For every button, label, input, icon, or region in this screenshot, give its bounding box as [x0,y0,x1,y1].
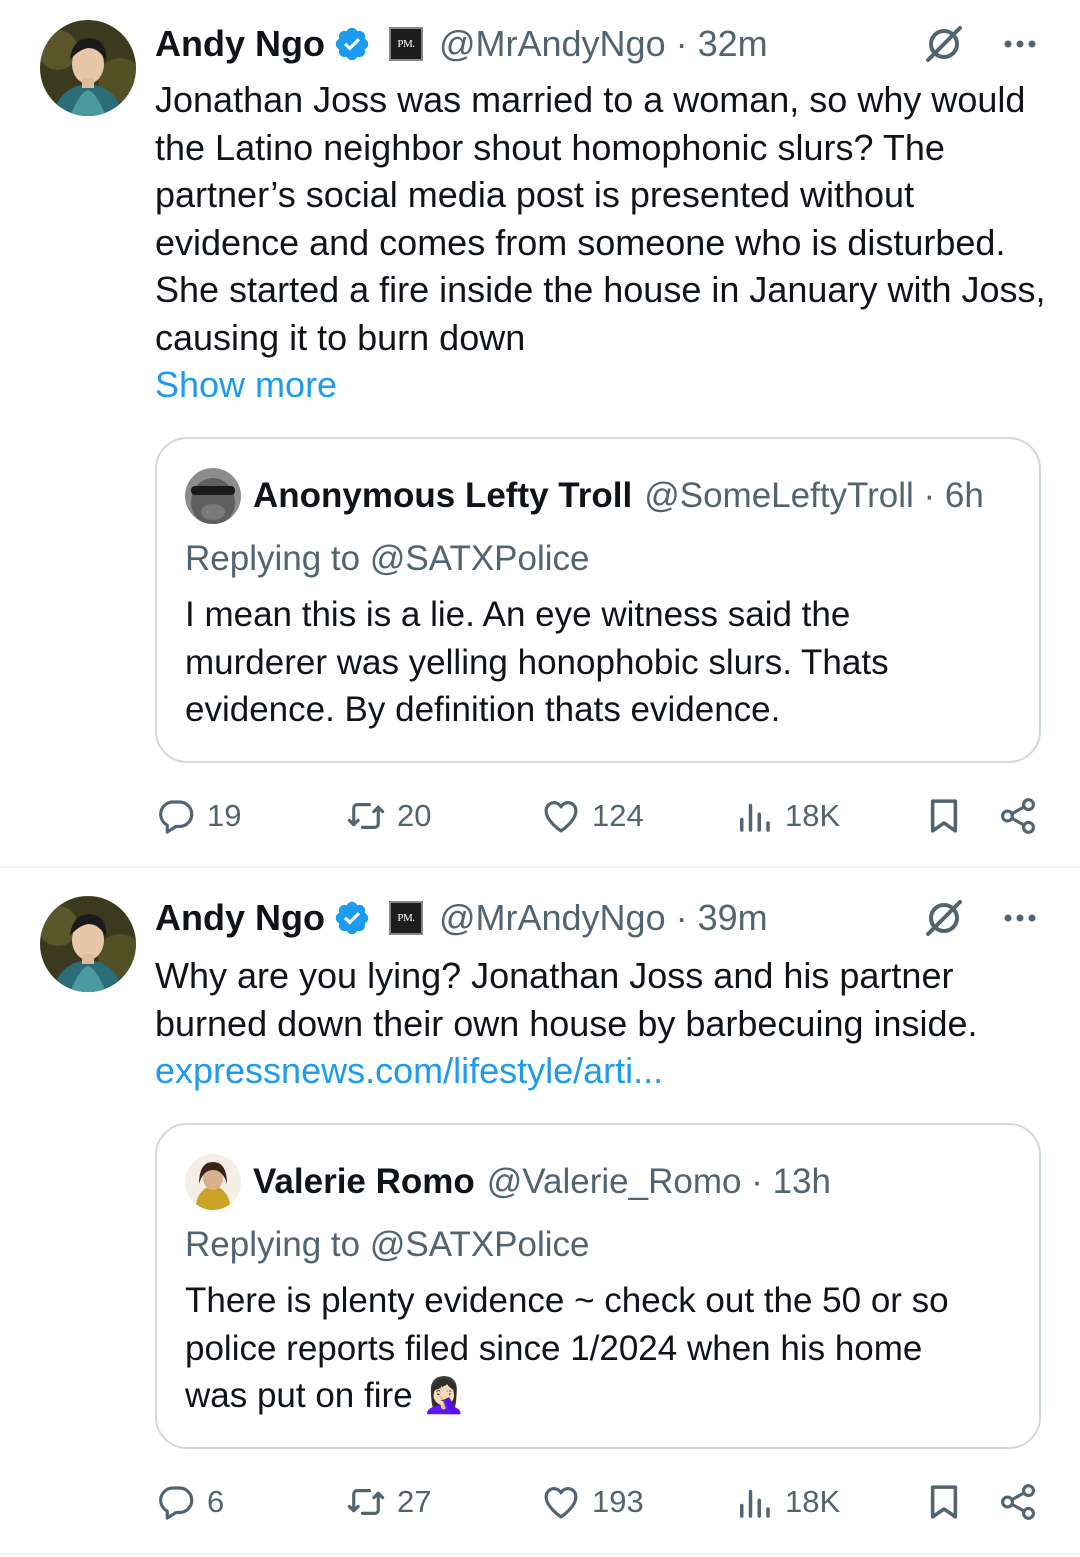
quoted-author-handle-time[interactable]: @Valerie_Romo · 13h [487,1162,831,1202]
tweet-header: Andy Ngo PM. @MrAndyNgo · 32m [155,18,768,70]
reply-icon [159,1486,194,1520]
avatar-illustration [40,896,136,992]
show-more-link[interactable]: Show more [155,361,1055,409]
tweet-action-bar: 19 20 124 18K [155,786,1045,846]
quoted-text-line: murderer was yelling honophobic slurs. T… [185,642,889,682]
views-count: 18K [785,798,841,833]
views-count: 18K [785,1484,841,1519]
tweet-text-line: the Latino neighbor shout homophonic slu… [155,126,945,168]
quoted-tweet-header: Anonymous Lefty Troll @SomeLeftyTroll · … [185,467,984,525]
tweet-top-actions [922,896,1040,940]
like-count: 124 [592,798,644,833]
tweet-top-actions [922,22,1040,66]
bookmark-icon [930,799,958,833]
author-handle-time[interactable]: @MrAndyNgo · 39m [439,897,768,939]
tweet[interactable]: Andy Ngo PM. @MrAndyNgo · 39m Why are yo… [0,868,1080,1554]
tweet-text-line: burned down their own house by barbecuin… [155,1002,978,1044]
tweet-text: Jonathan Joss was married to a woman, so… [155,76,1055,409]
quoted-author-name[interactable]: Valerie Romo [253,1162,475,1202]
affiliate-badge[interactable]: PM. [388,901,423,935]
like-button[interactable]: 124 [540,786,644,846]
quoted-avatar-illustration [185,1154,241,1210]
more-options-icon[interactable] [1000,898,1040,938]
avatar-illustration [40,20,136,116]
grok-icon[interactable] [922,896,966,940]
tweet-text-line: Why are you lying? Jonathan Joss and his… [155,955,954,996]
author-avatar[interactable] [40,896,136,992]
views-chart-icon [740,803,770,832]
quoted-author-avatar[interactable] [185,468,241,524]
quoted-author-name[interactable]: Anonymous Lefty Troll [253,476,632,516]
reply-count: 6 [207,1484,225,1519]
author-name[interactable]: Andy Ngo [155,897,325,939]
tweet-action-bar: 6 27 193 18K [155,1472,1045,1532]
share-icon [1001,798,1035,834]
repost-icon [347,1489,385,1515]
quoted-tweet[interactable]: Valerie Romo @Valerie_Romo · 13h Replyin… [155,1123,1041,1449]
affiliate-badge[interactable]: PM. [388,27,423,61]
reply-icon [159,800,194,834]
views-button[interactable]: 18K [733,786,840,846]
reply-count: 19 [207,798,242,833]
tweet-text-line: partner’s social media post is presented… [155,174,915,215]
replying-to-label[interactable]: Replying to @SATXPolice [185,539,590,579]
tweet-text-line: causing it to burn down [155,316,526,358]
repost-button[interactable]: 20 [345,786,431,846]
like-count: 193 [592,1484,644,1519]
quoted-author-handle-time[interactable]: @SomeLeftyTroll · 6h [644,476,984,516]
share-button[interactable] [997,1472,1039,1532]
replying-to-label[interactable]: Replying to @SATXPolice [185,1225,590,1265]
author-handle-time[interactable]: @MrAndyNgo · 32m [439,23,768,65]
bookmark-button[interactable] [923,786,965,846]
author-name[interactable]: Andy Ngo [155,23,325,65]
quoted-text-line: police reports filed since 1/2024 when h… [185,1328,923,1368]
tweet[interactable]: Andy Ngo PM. @MrAndyNgo · 32m Jonathan J… [0,0,1080,866]
quoted-text-line: evidence. By definition thats evidence. [185,690,781,729]
quoted-tweet-header: Valerie Romo @Valerie_Romo · 13h [185,1153,831,1211]
tweet-text-line: evidence and comes from someone who is d… [155,221,1006,263]
reply-button[interactable]: 6 [155,1472,224,1532]
more-options-icon[interactable] [1000,24,1040,64]
repost-icon [347,803,385,829]
repost-count: 20 [397,798,432,833]
heart-icon [544,801,578,833]
quoted-text-line: was put on fire 🤦🏻‍♀️ [185,1376,466,1415]
share-icon [1001,1484,1035,1520]
quoted-author-avatar[interactable] [185,1154,241,1210]
quoted-tweet-text: I mean this is a lie. An eye witness sai… [185,591,1005,734]
share-button[interactable] [997,786,1039,846]
quoted-tweet-text: There is plenty evidence ~ check out the… [185,1277,1005,1420]
views-chart-icon [740,1489,770,1518]
article-link[interactable]: expressnews.com/lifestyle/arti... [155,1047,1055,1095]
tweet-text-line: Jonathan Joss was married to a woman, so… [155,79,1026,120]
tweet-divider [0,1553,1080,1555]
verified-badge-icon[interactable] [333,25,371,63]
tweet-text: Why are you lying? Jonathan Joss and his… [155,952,1055,1095]
like-button[interactable]: 193 [540,1472,644,1532]
tweet-header: Andy Ngo PM. @MrAndyNgo · 39m [155,892,768,944]
repost-button[interactable]: 27 [345,1472,431,1532]
quoted-text-line: I mean this is a lie. An eye witness sai… [185,595,851,634]
bookmark-button[interactable] [923,1472,965,1532]
author-avatar[interactable] [40,20,136,116]
verified-badge-icon[interactable] [333,899,371,937]
bookmark-icon [930,1485,958,1519]
quoted-tweet[interactable]: Anonymous Lefty Troll @SomeLeftyTroll · … [155,437,1041,763]
views-button[interactable]: 18K [733,1472,840,1532]
repost-count: 27 [397,1484,432,1519]
reply-button[interactable]: 19 [155,786,241,846]
quoted-text-line: There is plenty evidence ~ check out the… [185,1281,949,1320]
quoted-avatar-illustration [185,468,241,524]
heart-icon [544,1487,578,1519]
grok-icon[interactable] [922,22,966,66]
tweet-text-line: She started a fire inside the house in J… [155,269,1046,310]
